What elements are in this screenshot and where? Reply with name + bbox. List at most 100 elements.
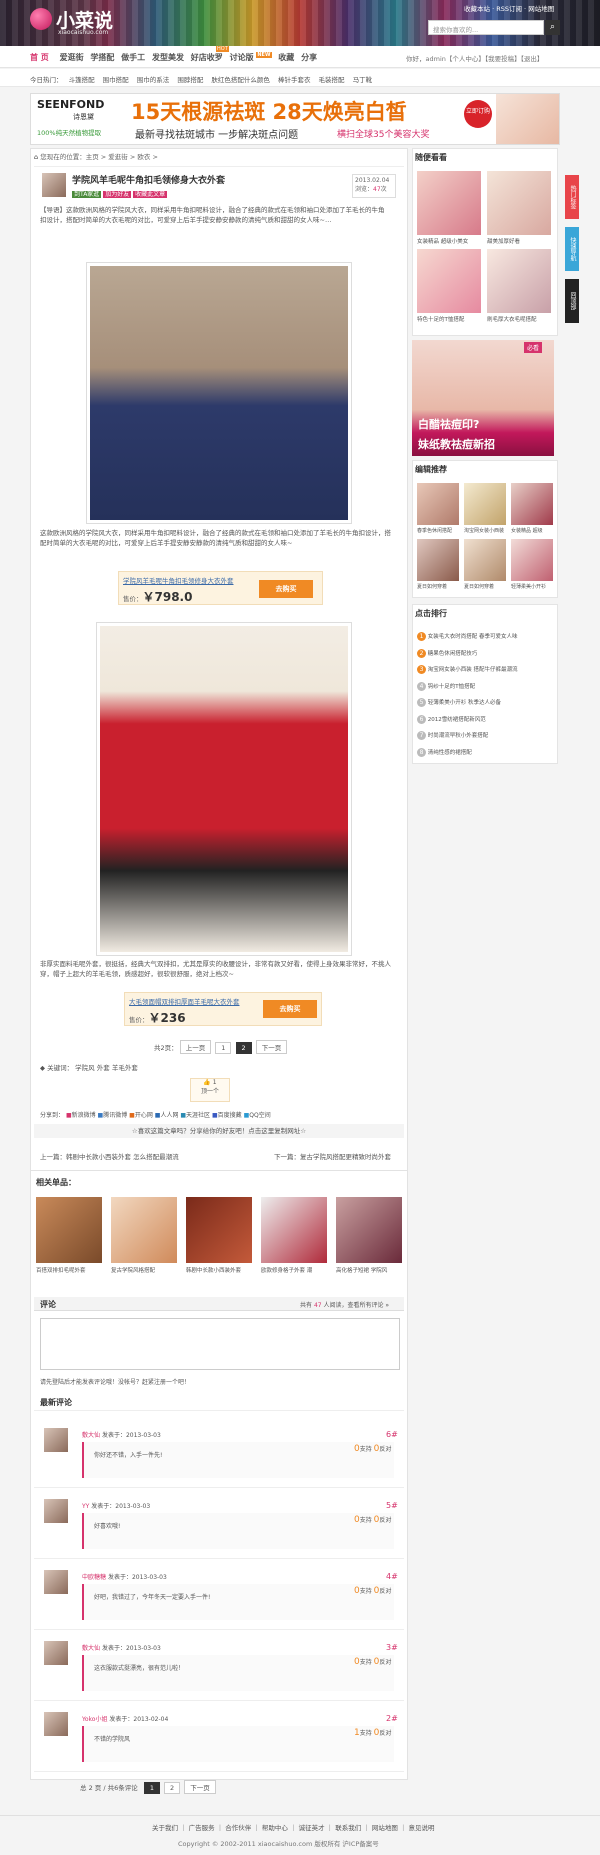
comment-user[interactable]: 中欧糖糖 xyxy=(82,1574,106,1581)
oppose-button[interactable]: 反对 xyxy=(379,1659,391,1666)
comment-user[interactable]: YY xyxy=(82,1503,89,1510)
hot-item[interactable]: 毛装搭配 xyxy=(319,76,345,84)
oppose-button[interactable]: 反对 xyxy=(379,1446,391,1453)
share-baidu[interactable]: 百度搜藏 xyxy=(218,1112,242,1119)
share-weibo[interactable]: 新浪微博 xyxy=(72,1112,96,1119)
add-friend-tag[interactable]: 加为好友 xyxy=(103,191,132,198)
rank-item[interactable]: 2 糖果色休闲搭配技巧 xyxy=(417,646,518,663)
login-note[interactable]: 请先登陆后才能发表评论哦！没帐号？赶紧注册一个吧！ xyxy=(40,1377,190,1386)
search-input[interactable]: 搜索你喜欢的... xyxy=(428,20,544,35)
nav-forum[interactable]: 讨论版 xyxy=(230,53,254,62)
hot-item[interactable]: 围巾搭配 xyxy=(103,76,129,84)
like-button[interactable]: 👍 1 顶一个 xyxy=(190,1078,230,1102)
rank-item[interactable]: 5 轻薄柔美小开衫 秋季达人必备 xyxy=(417,695,518,712)
rank-item[interactable]: 4 钩纱十足的T恤搭配 xyxy=(417,679,518,696)
editor-image[interactable] xyxy=(417,483,459,525)
random-image[interactable] xyxy=(487,249,551,313)
search-icon[interactable]: ⌕ xyxy=(545,20,560,35)
editor-image[interactable] xyxy=(511,539,553,581)
buy-button-1[interactable]: 去购买 xyxy=(259,580,313,598)
comment-textarea[interactable] xyxy=(40,1318,400,1370)
avatar[interactable] xyxy=(44,1570,68,1594)
keyword-link[interactable]: 学院风 xyxy=(75,1064,95,1072)
share-tencent[interactable]: 腾讯微博 xyxy=(103,1112,127,1119)
page-2-button[interactable]: 2 xyxy=(235,1042,252,1054)
buy-name-1[interactable]: 学院风羊毛呢牛角扣毛领修身大衣外套 xyxy=(123,575,234,585)
support-button[interactable]: 支持 xyxy=(360,1446,372,1453)
comment-user[interactable]: 敷大仙 xyxy=(82,1432,100,1439)
editor-image[interactable] xyxy=(464,483,506,525)
prev-page-button[interactable]: 上一页 xyxy=(179,1040,212,1054)
rank-item[interactable]: 8 清纯性感的裙搭配 xyxy=(417,745,518,762)
related-item[interactable]: 百搭双排扣毛呢外套 xyxy=(36,1197,102,1274)
site-logo[interactable]: 小菜说 xiaocaishuo.com xyxy=(30,6,120,40)
avatar[interactable] xyxy=(44,1499,68,1523)
random-image[interactable] xyxy=(417,249,481,313)
support-button[interactable]: 支持 xyxy=(360,1588,372,1595)
bookmark-tag[interactable]: 收藏此文章 xyxy=(133,191,168,198)
hot-item[interactable]: 肤红色搭配什么颜色 xyxy=(211,76,270,84)
oppose-button[interactable]: 反对 xyxy=(379,1517,391,1524)
share-tianya[interactable]: 天涯社区 xyxy=(186,1112,210,1119)
hot-item[interactable]: 围脖搭配 xyxy=(177,76,203,84)
editor-image[interactable] xyxy=(417,539,459,581)
random-caption[interactable]: 刷毛厚大衣毛呢搭配 xyxy=(487,315,537,323)
oppose-button[interactable]: 反对 xyxy=(379,1730,391,1737)
nav-favorites[interactable]: 收藏 xyxy=(278,53,294,62)
comment-page-1[interactable]: 1 xyxy=(143,1782,160,1794)
nav-home[interactable]: 首 页 xyxy=(30,53,49,62)
rank-item[interactable]: 3 淘宝网女装小西装 搭配牛仔裤最潮流 xyxy=(417,662,518,679)
support-button[interactable]: 支持 xyxy=(360,1659,372,1666)
buy-button-2[interactable]: 去购买 xyxy=(263,1000,317,1018)
support-button[interactable]: 支持 xyxy=(360,1730,372,1737)
ad-cta[interactable]: 立即订购 xyxy=(464,100,492,128)
keyword-link[interactable]: 羊毛外套 xyxy=(112,1064,138,1072)
oppose-button[interactable]: 反对 xyxy=(379,1588,391,1595)
comment-next-page[interactable]: 下一页 xyxy=(184,1780,216,1794)
bookmark-link[interactable]: 收藏本站 xyxy=(464,5,490,13)
rss-link[interactable]: RSS订阅 xyxy=(496,5,522,13)
random-caption[interactable]: 特色十足的T恤搭配 xyxy=(417,315,464,323)
random-caption[interactable]: 女装精品 超级小美女 xyxy=(417,237,468,245)
sitemap-link[interactable]: 网站地图 xyxy=(528,5,554,13)
next-article-link[interactable]: 下一篇：复古学院风搭配更精致时尚外套 xyxy=(274,1151,391,1161)
support-button[interactable]: 支持 xyxy=(360,1517,372,1524)
related-item[interactable]: 韩剧中长款小西装外套 xyxy=(186,1197,252,1274)
page-1-button[interactable]: 1 xyxy=(215,1042,232,1054)
hot-item[interactable]: 马丁靴 xyxy=(353,76,373,84)
nav-handmade[interactable]: 做手工 xyxy=(121,53,145,62)
rank-item[interactable]: 1 女装毛大衣时尚搭配 春季可爱女人味 xyxy=(417,629,518,646)
share-renren[interactable]: 人人网 xyxy=(160,1112,178,1119)
float-hot-tags-button[interactable]: 热门标签 xyxy=(565,175,579,219)
share-qzone[interactable]: QQ空间 xyxy=(249,1112,270,1119)
back-to-top-button[interactable]: 回顶部 xyxy=(565,279,579,323)
banner-ad[interactable]: SEENFOND 诗恩黛 100%纯天然植物提取 15天根源祛斑 28天焕亮白皙… xyxy=(30,93,560,145)
editor-image[interactable] xyxy=(464,539,506,581)
editor-image[interactable] xyxy=(511,483,553,525)
rank-item[interactable]: 7 时尚潮流早秋小外套搭配 xyxy=(417,728,518,745)
related-item[interactable]: 高化格子短裙 学院风 xyxy=(336,1197,402,1274)
random-image[interactable] xyxy=(487,171,551,235)
rank-item[interactable]: 6 2012雪纺裙搭配新风范 xyxy=(417,712,518,729)
nav-shopping[interactable]: 爱逛街 xyxy=(60,53,84,62)
related-item[interactable]: 欧款修身格子外套 潮 xyxy=(261,1197,327,1274)
keyword-link[interactable]: 外套 xyxy=(97,1064,110,1072)
user-bar[interactable]: 你好，admin【个人中心】【我要投稿】【退出】 xyxy=(406,53,543,63)
comment-page-2[interactable]: 2 xyxy=(164,1782,181,1794)
hot-item[interactable]: 棒针手套衣 xyxy=(278,76,311,84)
random-image[interactable] xyxy=(417,171,481,235)
next-page-button[interactable]: 下一页 xyxy=(255,1040,288,1054)
comment-user[interactable]: Yoko小姐 xyxy=(82,1716,107,1723)
nav-share[interactable]: 分享 xyxy=(301,53,317,62)
sidebar-ad[interactable]: 必看 白醋祛痘印? 妹纸教祛痘新招 xyxy=(412,340,554,456)
hot-item[interactable]: 斗篷搭配 xyxy=(69,76,95,84)
copy-url-link[interactable]: ☆喜欢这篇文章吗？分享给你的好友吧！点击这里复制网址☆ xyxy=(34,1124,404,1138)
prev-article-link[interactable]: 上一篇：韩剧中长款小西装外套 怎么搭配最潮流 xyxy=(40,1151,179,1161)
share-kaixin[interactable]: 开心网 xyxy=(135,1112,153,1119)
buy-name-2[interactable]: 大毛领面帽双排扣厚面羊毛呢大衣外套 xyxy=(129,996,240,1006)
random-caption[interactable]: 甜美加厚好看 xyxy=(487,237,520,245)
avatar[interactable] xyxy=(44,1428,68,1452)
nav-matching[interactable]: 学搭配 xyxy=(90,53,114,62)
comment-user[interactable]: 敷大仙 xyxy=(82,1645,100,1652)
author-avatar[interactable] xyxy=(42,173,66,197)
